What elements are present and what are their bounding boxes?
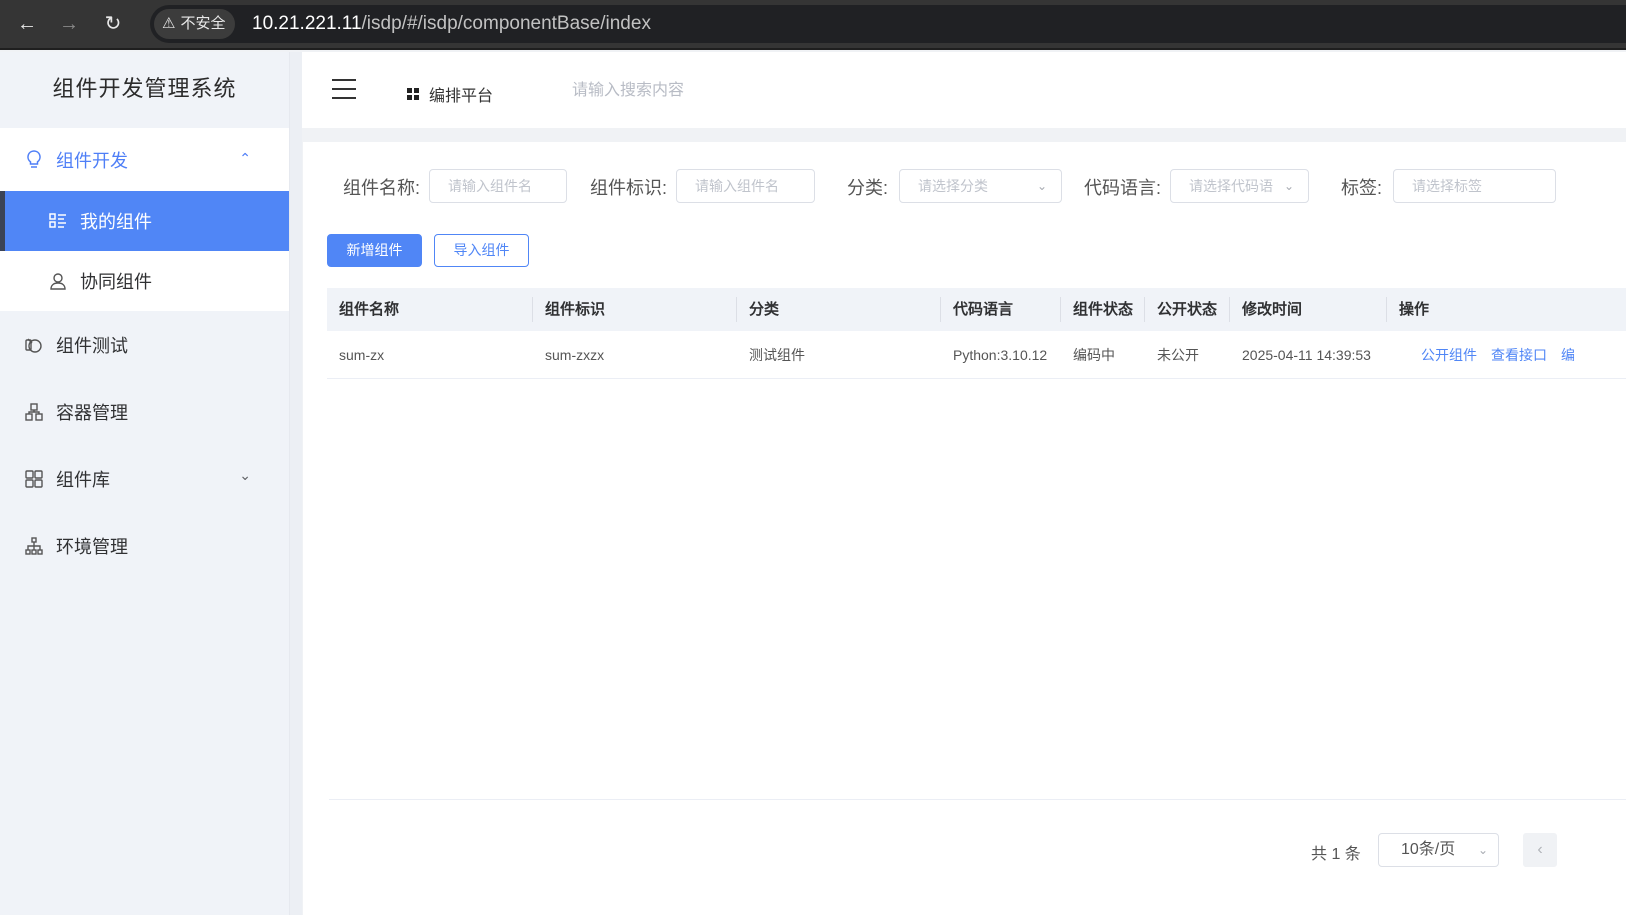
- th-language: 代码语言: [941, 288, 1061, 331]
- submenu-collab-components-label: 协同组件: [80, 272, 152, 292]
- submenu-collab-components[interactable]: 协同组件: [0, 251, 289, 311]
- platform-label: 编排平台: [429, 88, 494, 105]
- warning-triangle-icon: ⚠: [162, 15, 176, 32]
- components-table: 组件名称 组件标识 分类 代码语言 组件状态 公开状态 修改时间 操作 sum-…: [327, 288, 1626, 379]
- top-header: 编排平台: [302, 52, 1626, 128]
- cell-public-status: 未公开: [1157, 347, 1199, 363]
- chevron-down-icon: ⌄: [1477, 843, 1488, 857]
- cell-name: sum-zx: [339, 347, 385, 363]
- publish-component-link[interactable]: 公开组件: [1421, 347, 1477, 363]
- main-content: 组件名称: 请输入组件名 组件标识: 请输入组件名 分类: 请选择分类 ⌄ 代码…: [303, 142, 1626, 915]
- sidebar-divider: [290, 52, 302, 915]
- hamburger-menu-icon[interactable]: [332, 79, 356, 99]
- reload-icon[interactable]: ↻: [98, 9, 128, 39]
- chevron-down-icon: ⌄: [1283, 179, 1294, 193]
- filter-id-input[interactable]: 请输入组件名: [676, 169, 815, 203]
- page-size-select[interactable]: 10条/页 ⌄: [1378, 833, 1499, 867]
- forward-arrow-icon[interactable]: →: [54, 9, 84, 39]
- table-header: 组件名称 组件标识 分类 代码语言 组件状态 公开状态 修改时间 操作: [327, 288, 1626, 331]
- cell-identifier: sum-zxzx: [545, 347, 605, 363]
- th-public-status-label: 公开状态: [1157, 301, 1218, 318]
- user-icon: [48, 271, 68, 291]
- filter-tag-select[interactable]: 请选择标签: [1393, 169, 1556, 203]
- table-bottom-divider: [329, 799, 1626, 800]
- menu-container-mgmt-label: 容器管理: [56, 402, 128, 423]
- filter-lang-label: 代码语言:: [1084, 178, 1162, 198]
- th-identifier: 组件标识: [533, 288, 737, 331]
- menu-env-mgmt-label: 环境管理: [56, 536, 128, 557]
- chevron-down-icon: ⌄: [1036, 179, 1047, 193]
- table-row[interactable]: sum-zx sum-zxzx 测试组件 Python:3.10.12 编码中 …: [327, 331, 1626, 379]
- th-status-label: 组件状态: [1073, 301, 1134, 318]
- url-text[interactable]: 10.21.221.11/isdp/#/isdp/componentBase/i…: [252, 5, 651, 43]
- th-category-label: 分类: [749, 301, 780, 318]
- test-tube-icon: [24, 335, 44, 355]
- submenu-my-components-label: 我的组件: [80, 212, 152, 232]
- edit-link[interactable]: 编: [1561, 347, 1575, 363]
- filter-category-placeholder: 请选择分类: [918, 178, 988, 194]
- submenu-my-components[interactable]: 我的组件: [0, 191, 289, 251]
- menu-component-test[interactable]: 组件测试: [0, 311, 289, 378]
- header-search-input[interactable]: [572, 78, 832, 104]
- filter-lang-placeholder: 请选择代码语: [1189, 178, 1273, 194]
- th-modified: 修改时间: [1230, 288, 1387, 331]
- filter-tag-label: 标签:: [1341, 178, 1383, 198]
- import-component-button[interactable]: 导入组件: [434, 234, 529, 267]
- back-arrow-icon[interactable]: ←: [12, 9, 42, 39]
- cell-language: Python:3.10.12: [953, 347, 1048, 363]
- filter-id-label: 组件标识:: [590, 178, 668, 198]
- th-ops-label: 操作: [1399, 301, 1430, 318]
- filter-name-label: 组件名称:: [343, 178, 421, 198]
- menu-container-mgmt[interactable]: 容器管理: [0, 378, 289, 445]
- th-identifier-label: 组件标识: [545, 301, 606, 318]
- cell-modified: 2025-04-11 14:39:53: [1242, 347, 1371, 363]
- cell-ops: 公开组件 查看接口编: [1387, 331, 1626, 378]
- container-icon: [24, 402, 44, 422]
- th-status: 组件状态: [1061, 288, 1145, 331]
- cell-category: 测试组件: [749, 347, 805, 363]
- filter-category-select[interactable]: 请选择分类 ⌄: [899, 169, 1062, 203]
- list-icon: [48, 211, 68, 231]
- browser-toolbar: ← → ↻ ⚠ 不安全 10.21.221.11/isdp/#/isdp/com…: [0, 0, 1626, 50]
- menu-component-lib[interactable]: 组件库 ⌄: [0, 445, 289, 512]
- menu-component-lib-label: 组件库: [56, 469, 110, 490]
- prev-page-icon[interactable]: ‹: [1523, 833, 1557, 867]
- filter-name-input[interactable]: 请输入组件名: [429, 169, 567, 203]
- filter-lang-select[interactable]: 请选择代码语 ⌄: [1170, 169, 1309, 203]
- filter-category-label: 分类:: [847, 178, 889, 198]
- cell-status: 编码中: [1073, 347, 1115, 363]
- page-size-value: 10条/页: [1401, 841, 1456, 858]
- security-label: 不安全: [180, 15, 226, 32]
- url-host: 10.21.221.11: [252, 13, 362, 34]
- view-api-link[interactable]: 查看接口: [1491, 347, 1547, 363]
- th-name: 组件名称: [327, 288, 533, 331]
- pagination-total: 共 1 条: [1311, 846, 1361, 863]
- address-bar[interactable]: ⚠ 不安全 10.21.221.11/isdp/#/isdp/component…: [150, 5, 1626, 43]
- add-component-button[interactable]: 新增组件: [327, 234, 422, 267]
- th-name-label: 组件名称: [339, 301, 400, 318]
- security-indicator[interactable]: ⚠ 不安全: [154, 9, 236, 39]
- menu-env-mgmt[interactable]: 环境管理: [0, 512, 289, 579]
- chevron-down-icon: ⌄: [239, 467, 251, 483]
- pagination: 共 1 条 10条/页 ⌄ ‹: [303, 833, 1626, 867]
- lightbulb-icon: [24, 149, 44, 170]
- th-ops: 操作: [1387, 288, 1626, 331]
- grid-apps-icon: [24, 469, 44, 489]
- th-language-label: 代码语言: [953, 301, 1014, 318]
- platform-link[interactable]: 编排平台: [407, 82, 493, 106]
- menu-component-dev[interactable]: 组件开发 ⌃: [0, 128, 289, 191]
- th-public-status: 公开状态: [1145, 288, 1230, 331]
- filter-bar: 组件名称: 请输入组件名 组件标识: 请输入组件名 分类: 请选择分类 ⌄ 代码…: [303, 169, 1626, 203]
- menu-component-test-label: 组件测试: [56, 335, 128, 356]
- th-modified-label: 修改时间: [1242, 301, 1303, 318]
- menu-component-dev-label: 组件开发: [56, 150, 128, 171]
- network-tree-icon: [24, 536, 44, 556]
- url-path: /isdp/#/isdp/componentBase/index: [361, 13, 651, 34]
- sidebar: 组件开发管理系统 组件开发 ⌃ 我的组件 协同组件 组件测试 容器管理 组件库 …: [0, 52, 290, 915]
- chevron-up-icon: ⌃: [239, 150, 251, 166]
- app-brand: 组件开发管理系统: [52, 76, 237, 101]
- grid-icon: [407, 88, 419, 100]
- th-category: 分类: [737, 288, 941, 331]
